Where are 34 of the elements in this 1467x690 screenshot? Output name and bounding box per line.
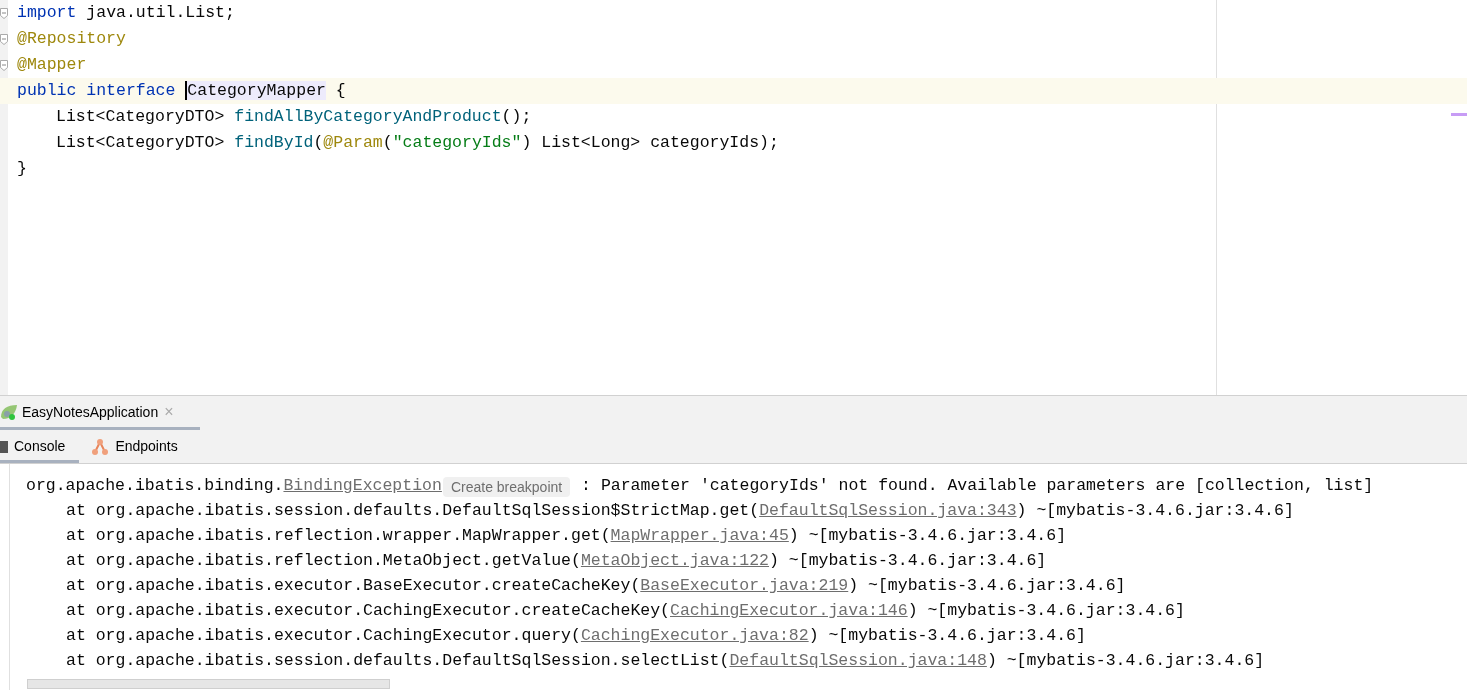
code-line: @Repository	[17, 27, 126, 50]
code-line: List<CategoryDTO> findById(@Param("categoryIds") List<Long> categoryIds);	[56, 131, 779, 154]
file-link[interactable]: MapWrapper.java:45	[610, 524, 789, 549]
file-link[interactable]: DefaultSqlSession.java:343	[759, 499, 1017, 524]
stack-trace-line: at org.apache.ibatis.reflection.MetaObject.getValue(MetaObject.java:122) ~[mybatis-3.4.6.jar:3.4.6]	[26, 549, 1374, 574]
run-tab-label: EasyNotesApplication	[22, 402, 159, 422]
code-line: public interface CategoryMapper {	[17, 79, 346, 102]
file-link[interactable]: DefaultSqlSession.java:148	[729, 649, 987, 674]
code-line: List<CategoryDTO> findAllByCategoryAndProduct();	[56, 105, 532, 128]
spring-leaf-icon	[0, 403, 18, 421]
fold-marker-icon[interactable]	[0, 8, 8, 19]
code-line: }	[17, 157, 27, 180]
file-link[interactable]: BaseExecutor.java:219	[640, 574, 849, 599]
stack-trace-line: at org.apache.ibatis.reflection.wrapper.MapWrapper.get(MapWrapper.java:45) ~[mybatis-3.4.6.jar:3.4.6]	[26, 524, 1374, 549]
fold-marker-icon[interactable]	[0, 60, 8, 71]
console-tab[interactable]: Endpoints	[79, 430, 192, 463]
stack-trace-line: at org.apache.ibatis.session.defaults.DefaultSqlSession.selectList(DefaultSqlSession.java:148) ~[mybatis-3.4.6.jar:3.4.6]	[26, 649, 1374, 674]
console-icon	[0, 440, 8, 453]
code-line: @Mapper	[17, 53, 87, 76]
exception-message: org.apache.ibatis.binding.BindingException Create breakpoint : Parameter 'categoryIds' not found. Available parameters are [collection, list]	[26, 474, 1374, 499]
console-tab[interactable]: Console	[0, 430, 80, 463]
endpoints-icon	[91, 437, 110, 456]
code-line: import java.util.List;	[17, 1, 235, 24]
file-link[interactable]: MetaObject.java:122	[580, 549, 770, 574]
breakpoint-hint[interactable]: Create breakpoint	[442, 476, 571, 497]
file-link[interactable]: CachingExecutor.java:146	[670, 599, 908, 624]
fold-marker-icon[interactable]	[0, 34, 8, 45]
file-link[interactable]: CachingExecutor.java:82	[580, 624, 809, 649]
horizontal-scrollbar[interactable]	[27, 679, 390, 689]
stack-trace-line: at org.apache.ibatis.session.defaults.DefaultSqlSession$StrictMap.get(DefaultSqlSession.java:343) ~[mybatis-3.4.6.jar:3.4.6]	[26, 499, 1374, 524]
file-link[interactable]: BindingException	[283, 474, 442, 499]
stack-trace-line: at org.apache.ibatis.executor.CachingExecutor.createCacheKey(CachingExecutor.java:146) ~[mybatis-3.4.6.jar:3.4.6]	[26, 599, 1374, 624]
stack-trace-line: at org.apache.ibatis.executor.CachingExecutor.query(CachingExecutor.java:82) ~[mybatis-3.4.6.jar:3.4.6]	[26, 624, 1374, 649]
stack-trace-line: at org.apache.ibatis.executor.BaseExecutor.createCacheKey(BaseExecutor.java:219) ~[mybatis-3.4.6.jar:3.4.6]	[26, 574, 1374, 599]
